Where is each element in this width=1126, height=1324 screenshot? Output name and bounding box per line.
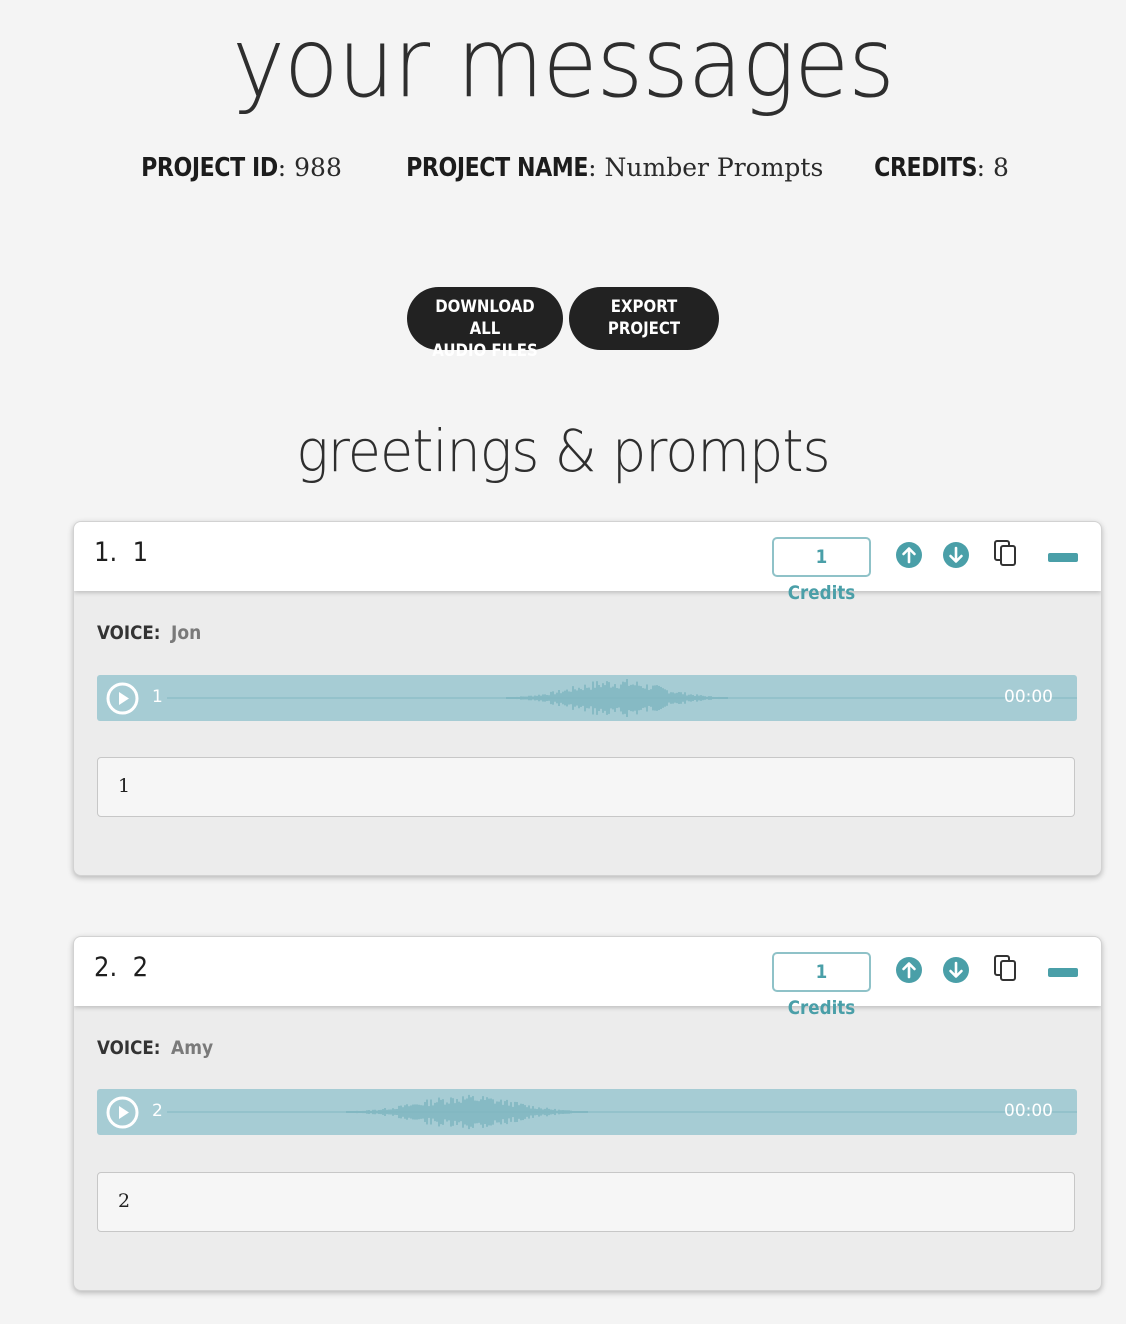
waveform[interactable] [167,1089,1077,1135]
voice-row: VOICE: Amy [97,1037,218,1059]
message-title: 1. 1 [94,537,149,568]
message-card: 1. 1 1 Credits VOICE: Jon 1 00:00 1 [73,521,1102,876]
project-id-value: 988 [294,153,342,182]
audio-player[interactable]: 1 00:00 [97,675,1077,721]
voice-row: VOICE: Jon [97,622,205,644]
message-card-header: 1. 1 1 Credits [74,522,1101,604]
credits-label: CREDITS [873,153,977,183]
move-down-icon[interactable] [942,956,970,984]
download-label-line2: AUDIO FILES [432,341,538,361]
project-actions: DOWNLOAD ALL AUDIO FILES EXPORT PROJECT [0,287,1126,361]
message-card-header: 2. 2 1 Credits [74,937,1101,1019]
credits-badge: 1 Credits [772,952,871,1019]
project-id: PROJECT ID: 988 [117,153,342,183]
credits-badge-label: 1 Credits [787,546,856,604]
time-display: 00:00 [1004,687,1053,707]
copy-icon[interactable] [993,954,1019,984]
move-down-icon[interactable] [942,541,970,569]
move-up-icon[interactable] [895,956,923,984]
credits-badge: 1 Credits [772,537,871,604]
download-all-audio-button[interactable]: DOWNLOAD ALL AUDIO FILES [407,287,563,361]
export-label-line1: EXPORT [610,297,678,317]
section-title: greetings & prompts [296,417,830,485]
credits-badge-label: 1 Credits [787,961,856,1019]
credits-separator: : [976,153,994,182]
project-meta: PROJECT ID: 988 PROJECT NAME: Number Pro… [0,153,1126,183]
play-icon[interactable] [106,1096,139,1129]
collapse-icon[interactable] [1048,549,1078,562]
project-name-label: PROJECT NAME [406,153,589,183]
export-label-line2: PROJECT [607,319,681,339]
export-project-button[interactable]: EXPORT PROJECT [569,287,719,350]
voice-label: VOICE: [97,622,161,644]
audio-player[interactable]: 2 00:00 [97,1089,1077,1135]
credits-value: 8 [993,153,1009,182]
message-title: 2. 2 [94,952,149,983]
voice-label: VOICE: [97,1037,161,1059]
message-text-field[interactable]: 2 [97,1172,1075,1232]
time-display: 00:00 [1004,1101,1053,1121]
track-label: 1 [152,687,163,707]
track-label: 2 [152,1101,163,1121]
project-name: PROJECT NAME: Number Prompts [374,153,823,183]
copy-icon[interactable] [993,539,1019,569]
project-name-separator: : [588,153,605,182]
project-name-value: Number Prompts [604,153,824,182]
voice-name: Amy [171,1037,214,1059]
project-id-label: PROJECT ID [141,153,278,183]
message-text-field[interactable]: 1 [97,757,1075,817]
play-icon[interactable] [106,682,139,715]
message-card: 2. 2 1 Credits VOICE: Amy 2 00:00 2 [73,936,1102,1291]
project-id-separator: : [277,153,295,182]
voice-name: Jon [171,622,202,644]
credits: CREDITS: 8 [856,153,1009,183]
waveform[interactable] [167,675,1077,721]
move-up-icon[interactable] [895,541,923,569]
download-label-line1: DOWNLOAD ALL [435,297,535,339]
page-title: your messages [232,7,895,119]
collapse-icon[interactable] [1048,964,1078,977]
